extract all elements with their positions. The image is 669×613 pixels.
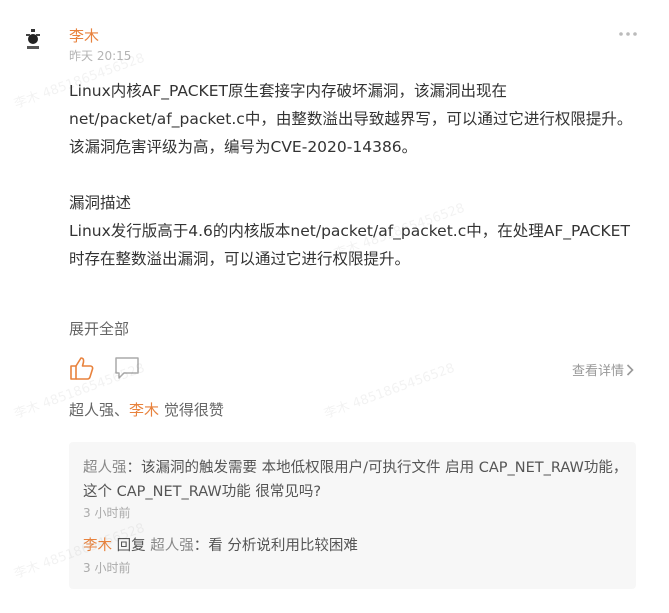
liker-name[interactable]: 李木 [129,401,159,419]
reply-to-user[interactable]: 超人强 [150,538,194,554]
post-content: Linux内核AF_PACKET原生套接字内存破坏漏洞，该漏洞出现在net/pa… [69,77,639,273]
chevron-right-icon [626,363,634,376]
comment-author[interactable]: 超人强 [83,460,127,476]
post-paragraph: Linux发行版高于4.6的内核版本net/packet/af_packet.c… [69,222,630,268]
liker-name[interactable]: 超人强 [69,401,114,419]
comment-author[interactable]: 李木 [83,538,112,554]
reply-word: 回复 [112,538,151,554]
post-paragraph: Linux内核AF_PACKET原生套接字内存破坏漏洞，该漏洞出现在net/pa… [69,82,633,156]
comment-time: 3 小时前 [83,506,131,520]
post-time: 昨天 20:15 [69,49,132,63]
more-options-icon[interactable] [617,27,639,41]
comment-icon[interactable] [114,356,140,380]
comment-item: 超人强：该漏洞的触发需要 本地低权限用户/可执行文件 启用 CAP_NET_RA… [83,456,628,504]
watermark: 李木 4851865456528 [322,360,457,422]
comment-text: 看 分析说利用比较困难 [208,538,358,554]
comment-item: 李木 回复 超人强：看 分析说利用比较困难 [83,534,358,558]
comment-colon: ： [126,460,142,476]
comment-time: 3 小时前 [83,561,131,575]
view-details-link[interactable]: 查看详情 [572,360,634,379]
view-details-label: 查看详情 [572,364,625,379]
thumbs-up-icon[interactable] [69,355,95,381]
avatar[interactable] [18,26,48,56]
post-author[interactable]: 李木 [69,25,99,46]
likes-separator: 、 [114,401,130,419]
comments-section: 超人强：该漏洞的触发需要 本地低权限用户/可执行文件 启用 CAP_NET_RA… [69,442,636,589]
likes-suffix: 觉得很赞 [159,401,224,419]
comment-colon: ： [193,538,209,554]
expand-all-link[interactable]: 展开全部 [69,318,129,339]
comment-text: 该漏洞的触发需要 本地低权限用户/可执行文件 启用 CAP_NET_RAW功能，… [83,460,628,500]
post-section-heading: 漏洞描述 [69,194,132,212]
likes-summary: 超人强、李木 觉得很赞 [69,399,224,420]
